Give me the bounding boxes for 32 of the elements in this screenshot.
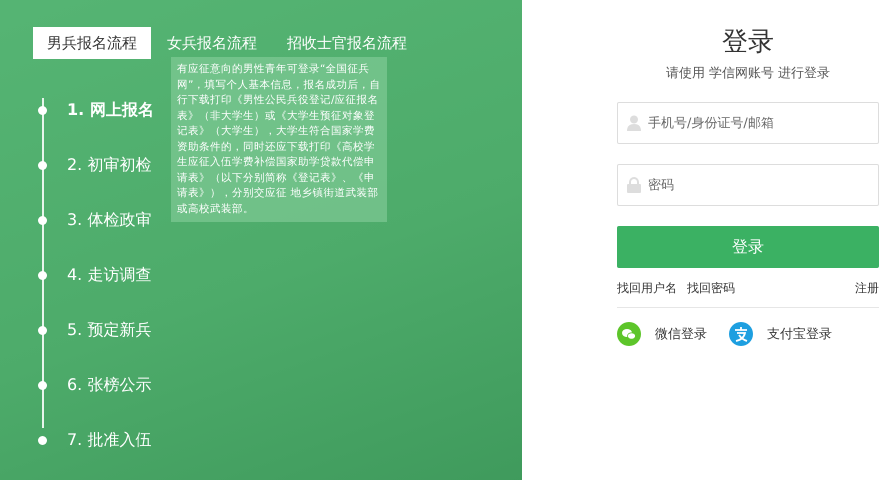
user-icon [627, 115, 641, 131]
login-title: 登录 [721, 26, 775, 58]
tab[interactable]: 女兵报名流程 [153, 27, 271, 59]
step-dot-icon [38, 436, 47, 445]
step-tooltip: 有应征意向的男性青年可登录“全国征兵网”，填写个人基本信息，报名成功后，自行下载打印《男性公民兵役登记/应征报名表》（非大学生）或《大学生预征对象登记表》（大学生），大学生符合国家学费资助条件的，同时还应下载打印《高校学生应征入伍学费补偿国家助学贷款代偿申请表》（以下分别简称《登记表》、《申请表》），分别交应征 地乡镇街道武装部或高校武装部。 [171, 57, 387, 222]
recover-link[interactable]: 找回用户名 [617, 280, 677, 297]
wechat-login-link[interactable]: 微信登录 [617, 322, 707, 346]
chat-bubbles-icon [617, 322, 641, 346]
step-dot-icon [38, 106, 47, 115]
step-link[interactable]: 1. 网上报名 [67, 100, 154, 121]
step-dot-icon [38, 216, 47, 225]
register-link[interactable]: 注册 [855, 280, 879, 297]
step-dot-icon [38, 326, 47, 335]
username-field[interactable]: 手机号/身份证号/邮箱 [617, 102, 879, 144]
step-link[interactable]: 7. 批准入伍 [67, 430, 152, 451]
password-field[interactable]: 密码 [617, 164, 879, 206]
tab[interactable]: 招收士官报名流程 [273, 27, 421, 59]
login-button[interactable]: 登录 [617, 226, 879, 268]
step-dot-icon [38, 271, 47, 280]
step-link[interactable]: 6. 张榜公示 [67, 375, 152, 396]
step-link[interactable]: 2. 初审初检 [67, 155, 152, 176]
lock-icon [627, 177, 641, 193]
step-link[interactable]: 5. 预定新兵 [67, 320, 152, 341]
step-dot-icon [38, 161, 47, 170]
step-dot-icon [38, 381, 47, 390]
tab[interactable]: 男兵报名流程 [33, 27, 151, 59]
alipay-icon [729, 322, 753, 346]
step-link[interactable]: 4. 走访调查 [67, 265, 152, 286]
login-subtitle: 请使用 学信网账号 进行登录 [664, 65, 832, 82]
alipay-login-link[interactable]: 支付宝登录 [729, 322, 832, 346]
recover-link[interactable]: 找回密码 [687, 280, 735, 297]
step-link[interactable]: 3. 体检政审 [67, 210, 152, 231]
